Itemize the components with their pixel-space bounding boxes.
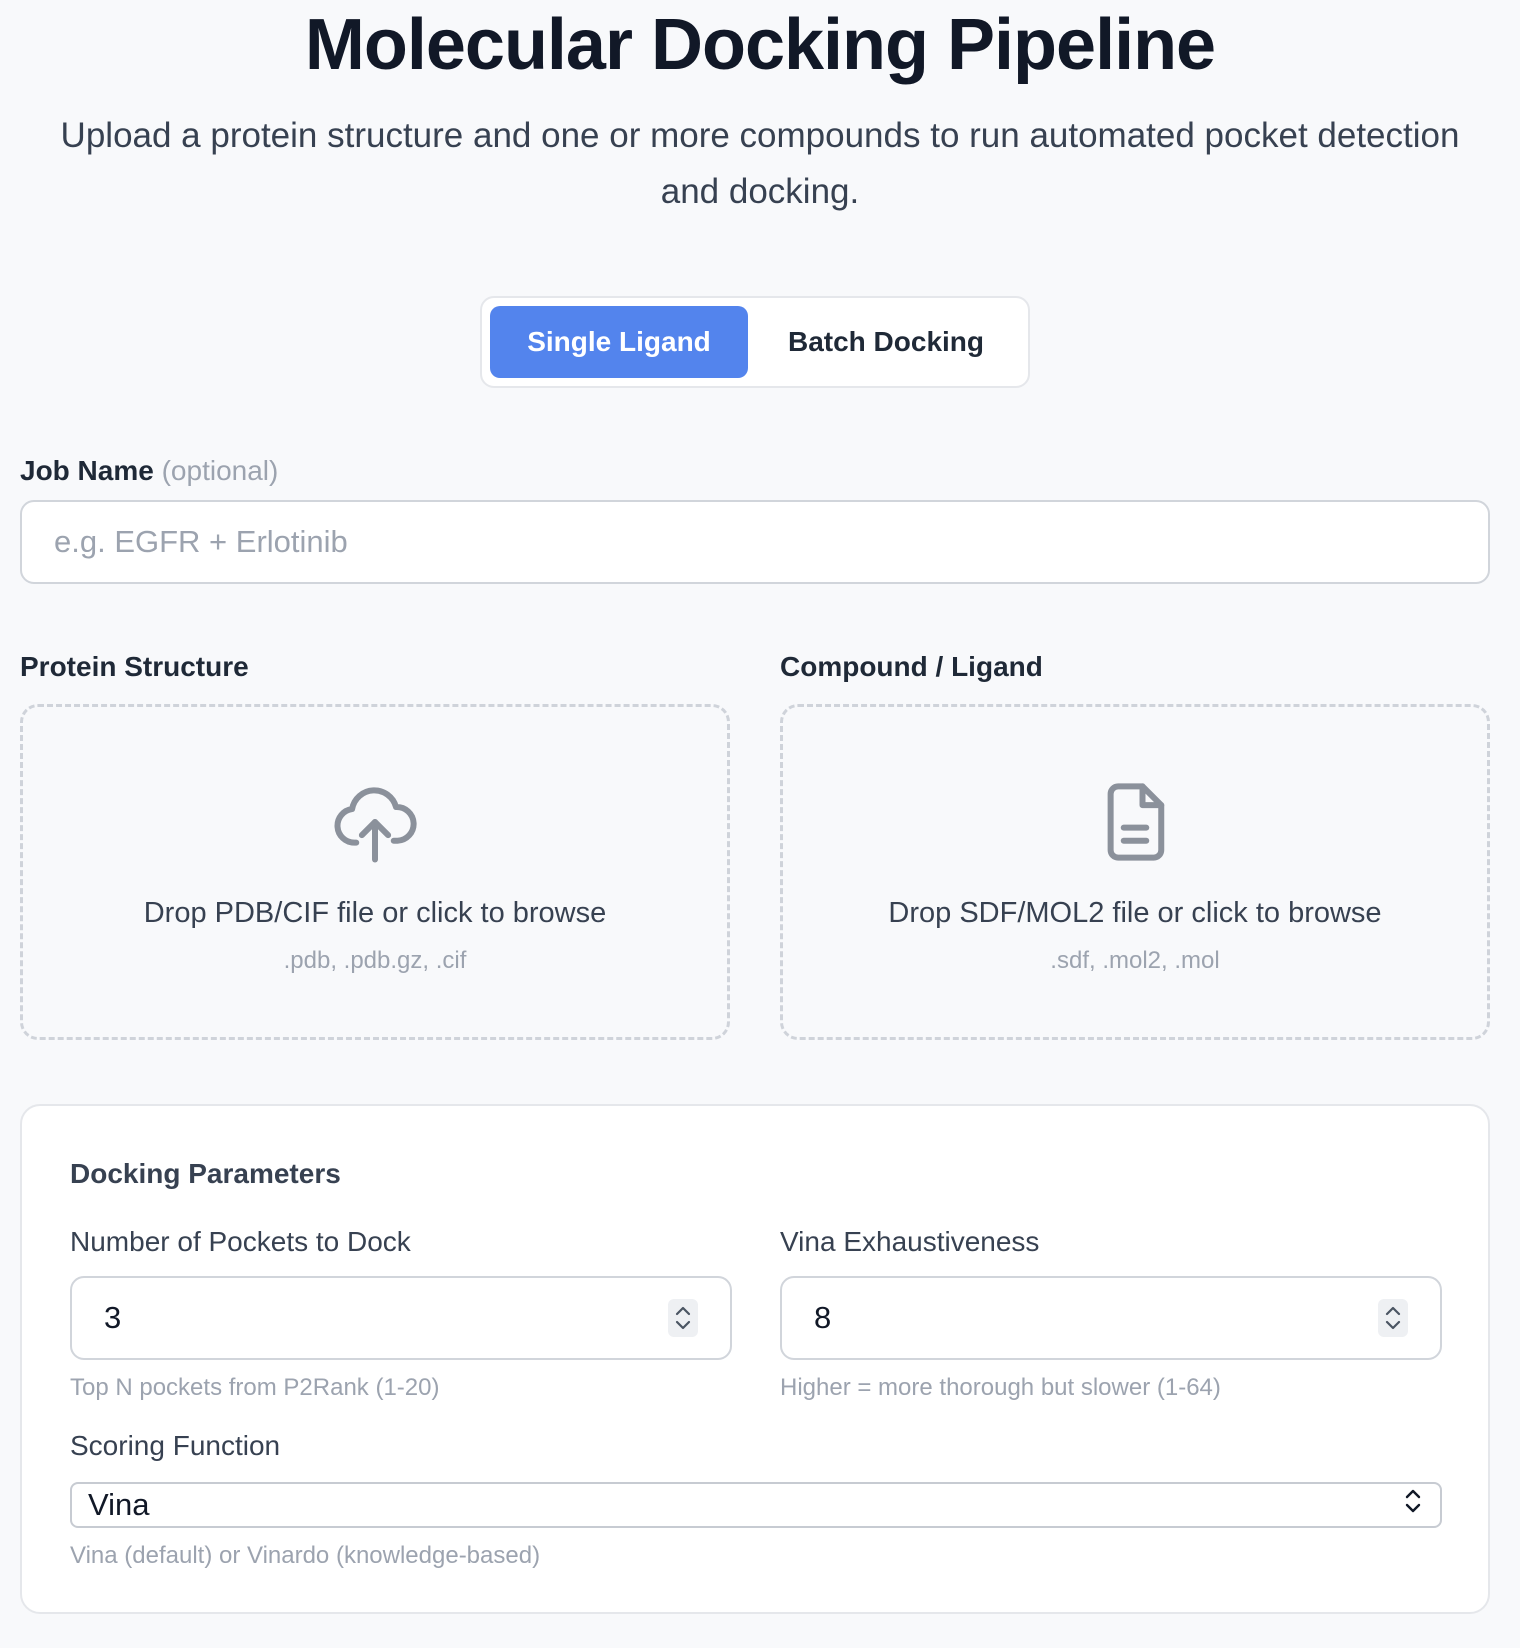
compound-ligand-label: Compound / Ligand [780, 651, 1043, 682]
cloud-upload-icon [330, 777, 420, 867]
protein-dropzone[interactable]: Drop PDB/CIF file or click to browse .pd… [20, 704, 730, 1040]
job-name-label: Job Name (optional) [20, 455, 278, 487]
compound-drop-text: Drop SDF/MOL2 file or click to browse [888, 897, 1382, 929]
pockets-stepper[interactable] [668, 1299, 698, 1337]
page: Molecular Docking Pipeline Upload a prot… [0, 0, 1520, 1648]
mode-toggle: Single Ligand Batch Docking [480, 296, 1030, 388]
exhaustiveness-input[interactable]: 8 [780, 1276, 1442, 1360]
job-name-label-text: Job Name [20, 455, 154, 486]
exhaustiveness-stepper[interactable] [1378, 1299, 1408, 1337]
protein-drop-text: Drop PDB/CIF file or click to browse [143, 897, 607, 929]
file-icon [1090, 777, 1180, 867]
scoring-function-hint: Vina (default) or Vinardo (knowledge-bas… [70, 1542, 541, 1569]
compound-formats: .sdf, .mol2, .mol [1050, 947, 1220, 974]
compound-dropzone[interactable]: Drop SDF/MOL2 file or click to browse .s… [780, 704, 1490, 1040]
pockets-label: Number of Pockets to Dock [70, 1226, 411, 1257]
protein-formats: .pdb, .pdb.gz, .cif [283, 947, 467, 974]
job-name-input[interactable] [20, 500, 1490, 584]
scoring-function-value: Vina [88, 1487, 150, 1522]
scoring-function-select[interactable]: Vina [70, 1482, 1442, 1528]
docking-parameters-card: Docking Parameters Number of Pockets to … [20, 1104, 1490, 1614]
single-ligand-tab[interactable]: Single Ligand [490, 306, 748, 378]
select-chevron-icon [1402, 1486, 1424, 1524]
exhaustiveness-value: 8 [814, 1300, 832, 1335]
scoring-function-label: Scoring Function [70, 1430, 281, 1461]
pockets-input[interactable]: 3 [70, 1276, 732, 1360]
exhaustiveness-hint: Higher = more thorough but slower (1-64) [780, 1374, 1221, 1401]
optional-label: (optional) [161, 455, 279, 486]
protein-structure-label: Protein Structure [20, 651, 249, 682]
exhaustiveness-label: Vina Exhaustiveness [780, 1226, 1040, 1257]
batch-docking-tab[interactable]: Batch Docking [752, 306, 1020, 378]
page-subtitle: Upload a protein structure and one or mo… [60, 116, 1460, 211]
page-title: Molecular Docking Pipeline [304, 5, 1216, 85]
pockets-value: 3 [104, 1300, 122, 1335]
docking-parameters-title: Docking Parameters [70, 1158, 341, 1189]
pockets-hint: Top N pockets from P2Rank (1-20) [70, 1374, 440, 1401]
